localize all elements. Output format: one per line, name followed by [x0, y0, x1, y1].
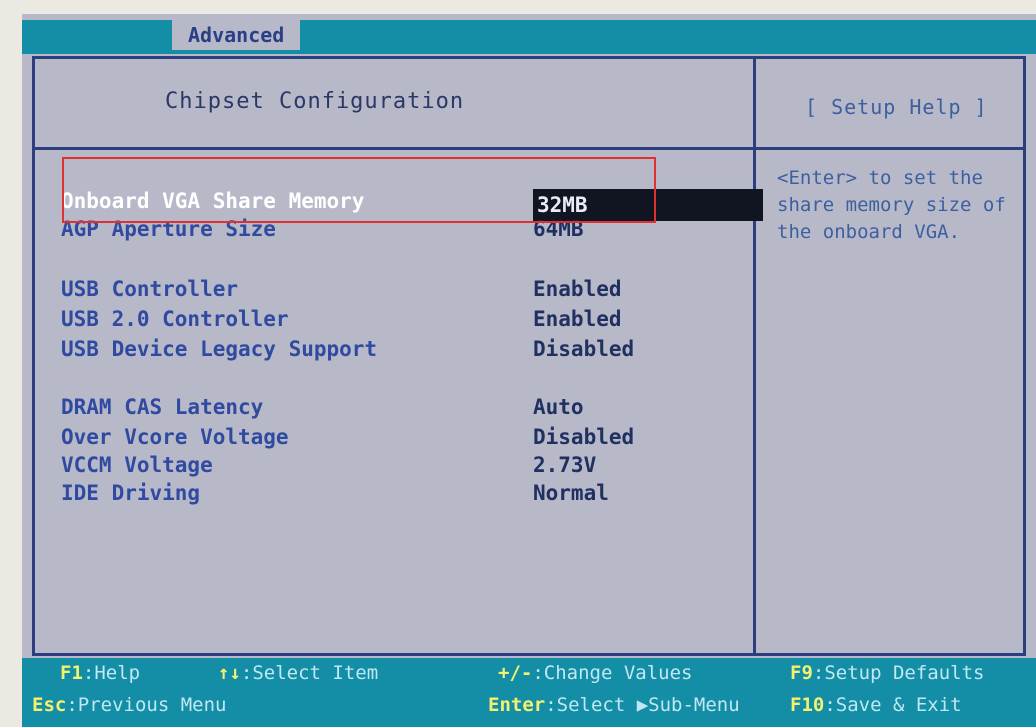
- setting-label: Over Vcore Voltage: [61, 425, 289, 449]
- key-label: F1: [60, 662, 83, 684]
- key-f9-defaults: F9:Setup Defaults: [790, 662, 984, 684]
- key-desc: :Change Values: [532, 662, 693, 684]
- key-label: F9: [790, 662, 813, 684]
- header-divider: [35, 147, 1023, 150]
- main-frame: Chipset Configuration [ Setup Help ] Onb…: [32, 56, 1026, 656]
- key-label: ↑↓: [218, 662, 241, 684]
- setting-value[interactable]: Auto: [533, 395, 584, 419]
- setting-label: USB 2.0 Controller: [61, 307, 289, 331]
- key-f1-help: F1:Help: [60, 662, 140, 684]
- setting-value[interactable]: Enabled: [533, 307, 622, 331]
- key-desc: :Select Item: [240, 662, 379, 684]
- key-esc-previous: Esc:Previous Menu: [32, 694, 226, 716]
- setting-row-vccm-voltage[interactable]: VCCM Voltage 2.73V: [61, 453, 741, 483]
- key-label: +/-: [498, 662, 533, 684]
- setting-label: IDE Driving: [61, 481, 201, 505]
- setting-value[interactable]: Disabled: [533, 425, 634, 449]
- help-title: [ Setup Help ]: [805, 95, 988, 119]
- key-f10-save: F10:Save & Exit: [790, 694, 962, 716]
- key-select-item: ↑↓:Select Item: [218, 662, 378, 684]
- setting-label: DRAM CAS Latency: [61, 395, 264, 419]
- setting-label: USB Controller: [61, 277, 239, 301]
- setting-value[interactable]: 2.73V: [533, 453, 596, 477]
- setting-row-usb-controller[interactable]: USB Controller Enabled: [61, 277, 741, 307]
- setting-row-ide-driving[interactable]: IDE Driving Normal: [61, 481, 741, 511]
- key-desc: :Setup Defaults: [812, 662, 985, 684]
- setting-row-usb2-controller[interactable]: USB 2.0 Controller Enabled: [61, 307, 741, 337]
- bios-screen: Advanced Chipset Configuration [ Setup H…: [22, 14, 1036, 727]
- key-legend-bar: F1:Help ↑↓:Select Item +/-:Change Values…: [22, 658, 1036, 727]
- page-title: Chipset Configuration: [165, 89, 465, 114]
- key-label: Esc: [32, 694, 67, 716]
- key-desc: :Previous Menu: [66, 694, 227, 716]
- key-desc: :Select ▶Sub-Menu: [545, 694, 740, 716]
- setting-value[interactable]: Normal: [533, 481, 609, 505]
- setting-value[interactable]: Enabled: [533, 277, 622, 301]
- setting-value[interactable]: Disabled: [533, 337, 634, 361]
- key-label: Enter: [488, 694, 546, 716]
- key-desc: :Help: [82, 662, 141, 684]
- setting-row-over-vcore[interactable]: Over Vcore Voltage Disabled: [61, 425, 741, 455]
- setting-row-usb-legacy[interactable]: USB Device Legacy Support Disabled: [61, 337, 741, 367]
- monitor-bezel-left: [0, 0, 22, 727]
- annotation-highlight-box: [62, 157, 656, 223]
- setting-label: VCCM Voltage: [61, 453, 213, 477]
- menu-bar: Advanced: [22, 20, 1036, 54]
- key-desc: :Save & Exit: [824, 694, 962, 716]
- key-label: F10: [790, 694, 825, 716]
- setting-row-dram-cas[interactable]: DRAM CAS Latency Auto: [61, 395, 741, 425]
- setting-label: USB Device Legacy Support: [61, 337, 378, 361]
- key-enter-submenu: Enter:Select ▶Sub-Menu: [488, 694, 740, 716]
- help-text: <Enter> to set the share memory size of …: [777, 167, 1018, 243]
- tab-advanced[interactable]: Advanced: [172, 20, 301, 50]
- key-change-values: +/-:Change Values: [498, 662, 692, 684]
